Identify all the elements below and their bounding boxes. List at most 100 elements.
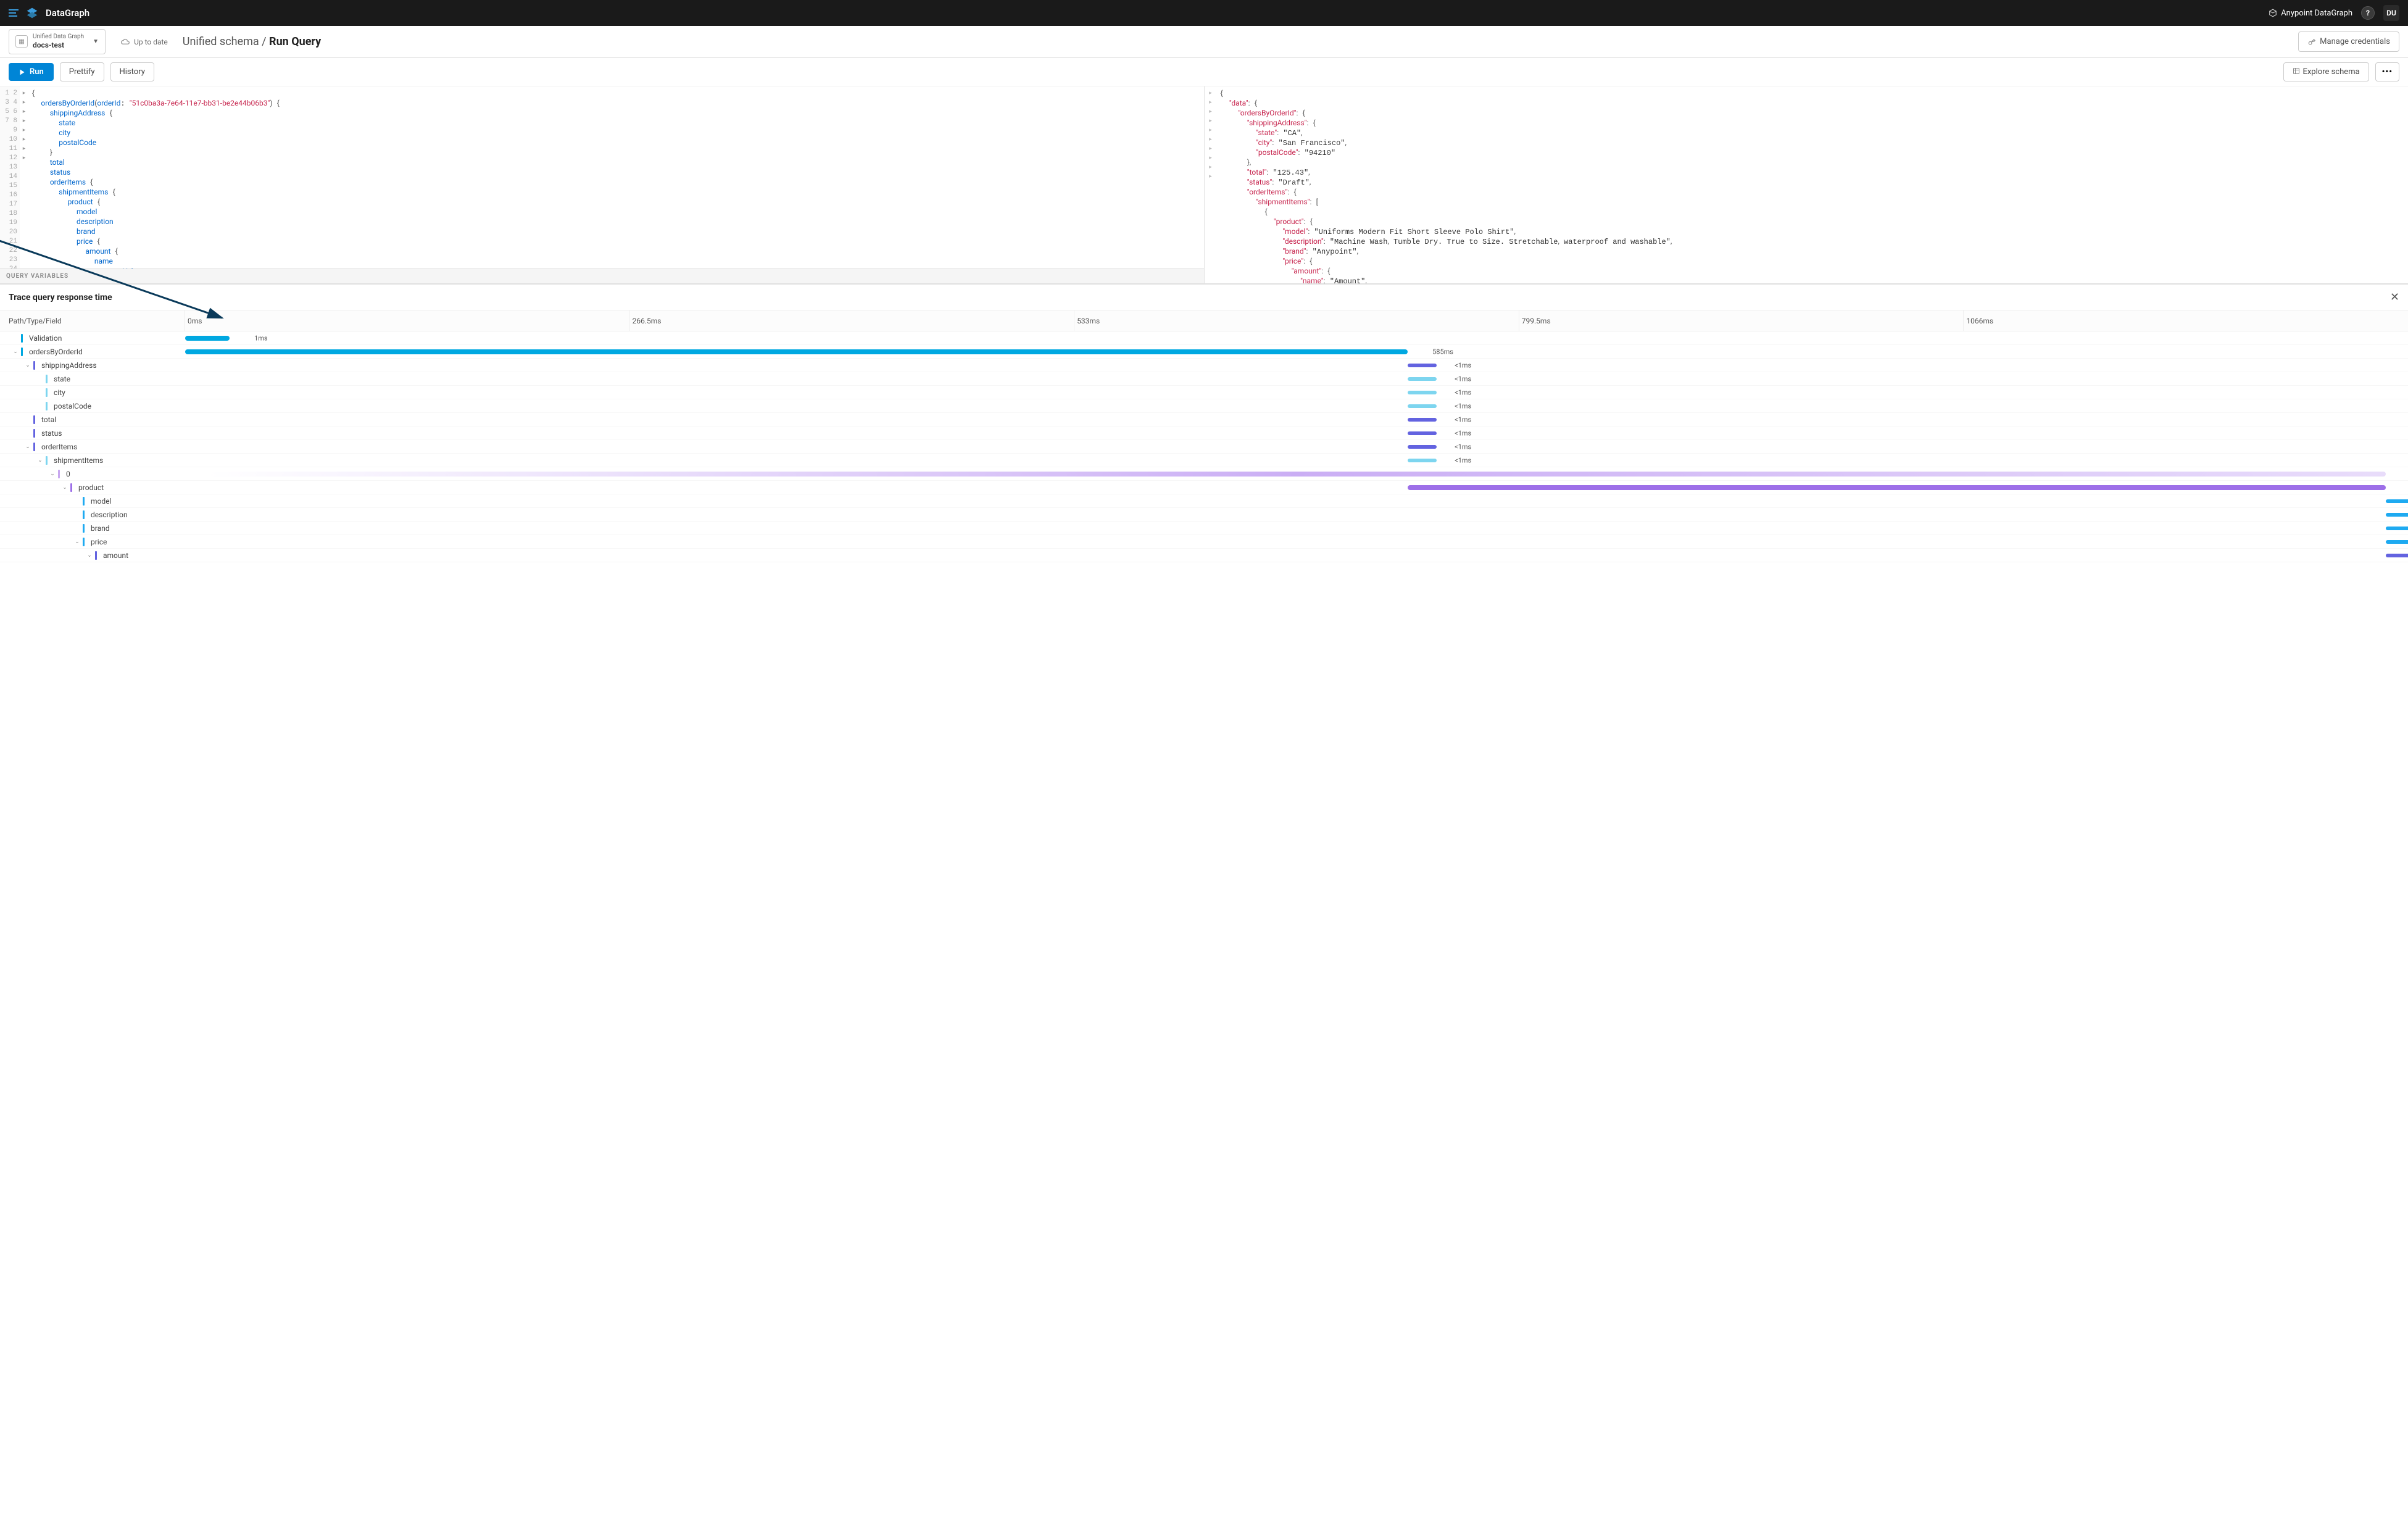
trace-row-label: postalCode (0, 402, 185, 410)
timing-label: <1ms (1455, 429, 1471, 437)
result-pane: ▸ ▸ ▸ ▸ ▸ ▸ ▸ ▸ ▸ ▸ { "data": { "ordersB… (1205, 86, 2408, 283)
row-color-marker (21, 334, 23, 343)
query-body[interactable]: { ordersByOrderId(orderId: "51c0ba3a-7e6… (28, 86, 1204, 283)
breadcrumb-current: Run Query (269, 35, 321, 48)
query-variables-panel[interactable]: QUERY VARIABLES (0, 269, 1204, 283)
trace-row: ⌄product473ms (0, 481, 2408, 494)
trace-bar-area: <1ms (185, 386, 2408, 399)
explore-schema-button[interactable]: Explore schema (2283, 62, 2369, 81)
env-selector[interactable]: ▦ Unified Data Graph docs-test ▼ (9, 29, 106, 54)
anypoint-link[interactable]: Anypoint DataGraph (2269, 9, 2352, 18)
row-color-marker (33, 429, 35, 438)
timing-label: <1ms (1455, 388, 1471, 396)
expand-icon[interactable]: ⌄ (49, 471, 56, 477)
timing-label: <1ms (1455, 402, 1471, 410)
query-gutter: 1 2 3 4 5 6 7 8 9 10 11 12 13 14 15 16 1… (0, 86, 20, 283)
trace-row: ⌄ shippingAddress <1ms (0, 359, 2408, 372)
env-name: docs-test (33, 41, 84, 49)
anypoint-label: Anypoint DataGraph (2281, 9, 2352, 18)
trace-bar-area: <1ms (185, 508, 2408, 521)
uptodate-label: Up to date (134, 38, 168, 46)
user-avatar[interactable]: DU (2383, 5, 2399, 21)
trace-row: state<1ms (0, 372, 2408, 386)
menu-icon[interactable] (9, 9, 19, 17)
time-label: 533ms (1077, 310, 1100, 331)
expand-icon[interactable]: ⌄ (12, 349, 19, 355)
trace-row-label: ⌄price (0, 538, 185, 546)
trace-row-label: ⌄ ordersByOrderId (0, 348, 185, 356)
graph-icon: ▦ (15, 35, 28, 48)
timing-bar (207, 472, 2386, 477)
play-icon (19, 69, 26, 76)
row-field-name: model (91, 497, 111, 506)
trace-row: ⌄amount<1ms (0, 549, 2408, 562)
trace-path-header: Path/Type/Field (0, 310, 185, 331)
trace-row-label: ⌄amount (0, 551, 185, 560)
timing-bar (1408, 404, 1437, 408)
trace-row: ⌄0 (0, 467, 2408, 481)
trace-row-label: status (0, 429, 185, 438)
time-label: 1066ms (1966, 310, 1993, 331)
row-color-marker (33, 443, 35, 451)
subbar: ▦ Unified Data Graph docs-test ▼ Up to d… (0, 26, 2408, 58)
timing-bar (185, 349, 1408, 354)
time-label: 0ms (188, 310, 202, 331)
time-label: 266.5ms (633, 310, 662, 331)
topbar-left: DataGraph (9, 7, 89, 19)
prettify-button[interactable]: Prettify (60, 62, 104, 81)
trace-rows: Validation1ms⌄ordersByOrderId585ms⌄shipp… (0, 331, 2408, 562)
row-field-name: city (54, 388, 65, 397)
expand-icon[interactable]: ⌄ (62, 485, 68, 491)
key-icon (2307, 38, 2316, 46)
trace-bar-area: 473ms (185, 481, 2408, 494)
expand-icon[interactable]: ⌄ (74, 539, 80, 545)
expand-icon[interactable]: ⌄ (25, 444, 31, 450)
close-icon[interactable]: ✕ (2390, 291, 2399, 304)
more-button[interactable]: ••• (2375, 62, 2399, 81)
timing-label: <1ms (1455, 443, 1471, 451)
trace-row-label: ⌄orderItems (0, 443, 185, 451)
timing-label: 1ms (254, 334, 268, 342)
trace-row-label: ⌄ shippingAddress (0, 361, 185, 370)
trace-title: Trace query response time (9, 293, 112, 302)
timing-label: <1ms (1455, 361, 1471, 369)
row-field-name: postalCode (54, 402, 91, 410)
row-field-name: ordersByOrderId (29, 348, 83, 356)
trace-row: ⌄ordersByOrderId585ms (0, 345, 2408, 359)
trace-row-label: city (0, 388, 185, 397)
row-color-marker (33, 415, 35, 424)
expand-icon[interactable]: ⌄ (86, 552, 93, 559)
row-color-marker (46, 456, 48, 465)
timing-bar (1408, 485, 2386, 490)
query-editor[interactable]: 1 2 3 4 5 6 7 8 9 10 11 12 13 14 15 16 1… (0, 86, 1205, 283)
trace-row: Validation1ms (0, 331, 2408, 345)
timing-bar (2386, 540, 2408, 544)
run-button[interactable]: Run (9, 63, 54, 81)
row-color-marker (21, 348, 23, 356)
trace-bar-area: <1ms (185, 359, 2408, 372)
row-color-marker (46, 388, 48, 397)
manage-credentials-button[interactable]: Manage credentials (2298, 31, 2399, 52)
history-button[interactable]: History (110, 62, 154, 81)
timing-bar (1408, 459, 1437, 462)
trace-bar-area: <1ms (185, 372, 2408, 385)
row-color-marker (83, 510, 85, 519)
row-field-name: shippingAddress (41, 361, 97, 370)
trace-bar-area: <1ms (185, 522, 2408, 535)
help-button[interactable]: ? (2361, 6, 2375, 20)
timing-bar (185, 336, 230, 341)
trace-panel: Trace query response time ✕ Path/Type/Fi… (0, 284, 2408, 562)
trace-time-header: 0ms266.5ms533ms799.5ms1066ms (185, 310, 2408, 331)
timing-label: <1ms (1455, 415, 1471, 423)
expand-icon[interactable]: ⌄ (25, 362, 31, 368)
chevron-down-icon: ▼ (93, 38, 99, 45)
expand-icon[interactable]: ⌄ (37, 457, 43, 464)
timing-bar (1408, 445, 1437, 449)
timing-bar (1408, 364, 1437, 367)
trace-row: city <1ms (0, 386, 2408, 399)
row-color-marker (83, 524, 85, 533)
trace-row-label: model (0, 497, 185, 506)
trace-row: model<1ms (0, 494, 2408, 508)
trace-row-label: ⌄product (0, 483, 185, 492)
query-fold-gutter: ▸ ▸ ▸ ▸ ▸ ▸ ▸ ▸ (20, 86, 28, 165)
